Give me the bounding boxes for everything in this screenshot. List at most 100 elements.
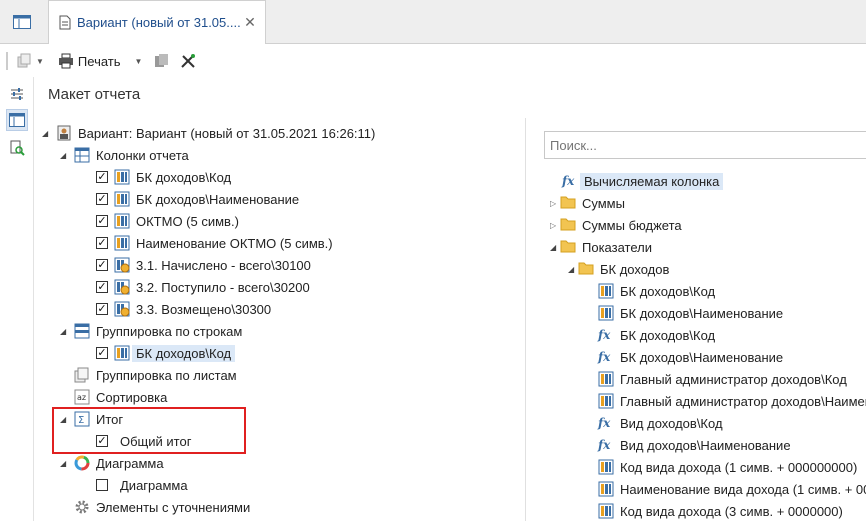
tree-columns-label: Колонки отчета: [96, 147, 189, 163]
tools-icon: [181, 54, 196, 68]
field-item[interactable]: fx Вид доходов\Наименование: [598, 435, 791, 455]
grid-icon: [13, 14, 31, 29]
tree-root[interactable]: ◢ Вариант: Вариант (новый от 31.05.2021 …: [42, 123, 375, 143]
tree-chart[interactable]: ◢ Диаграмма: [60, 453, 164, 473]
search-input[interactable]: [544, 131, 866, 159]
home-tab[interactable]: [0, 0, 44, 43]
expand-triangle-icon[interactable]: ◢: [60, 151, 68, 160]
close-icon[interactable]: ✕: [243, 15, 257, 29]
column-item[interactable]: ✓ БК доходов\Наименование: [96, 189, 299, 209]
checkbox-checked[interactable]: ✓: [96, 171, 108, 183]
field-item[interactable]: БК доходов\Код: [598, 281, 715, 301]
field-item[interactable]: Код вида дохода (1 симв. + 000000000): [598, 457, 857, 477]
expand-triangle-icon[interactable]: ◢: [568, 265, 578, 274]
tree-refinements-label: Элементы с уточнениями: [96, 499, 251, 515]
tree-row-grouping[interactable]: ◢ Группировка по строкам: [60, 321, 242, 341]
field-folder-budget-sums[interactable]: ▷ Суммы бюджета: [550, 215, 682, 235]
checkbox-checked[interactable]: ✓: [96, 303, 108, 315]
highlight-box: [52, 407, 246, 454]
expand-triangle-icon[interactable]: ◢: [42, 129, 50, 138]
chart-item[interactable]: Диаграмма: [96, 475, 188, 495]
folder-open-icon: [578, 261, 594, 277]
settings-tools-button[interactable]: [180, 53, 196, 69]
fx-icon: fx: [598, 416, 611, 430]
column-field-icon: [598, 305, 614, 321]
column-field-icon: [598, 503, 614, 519]
expand-triangle-icon[interactable]: ◢: [60, 327, 68, 336]
document-icon: [59, 15, 71, 30]
svg-text:az: az: [77, 393, 86, 402]
pages-button[interactable]: [154, 53, 170, 69]
column-item[interactable]: ✓ Наименование ОКТМО (5 симв.): [96, 233, 333, 253]
column-item[interactable]: ✓ 3.1. Начислено - всего\30100: [96, 255, 311, 275]
print-label: Печать: [77, 53, 121, 69]
table-icon: [74, 147, 90, 163]
field-folder-label: Суммы: [582, 195, 625, 211]
layout-icon: [9, 113, 25, 127]
expand-triangle-icon[interactable]: ◢: [60, 459, 68, 468]
field-item[interactable]: БК доходов\Наименование: [598, 303, 783, 323]
gear-icon: [74, 499, 90, 515]
field-item[interactable]: fx Вид доходов\Код: [598, 413, 723, 433]
tree-columns-group[interactable]: ◢ Колонки отчета: [60, 145, 189, 165]
field-folder-bk-income[interactable]: ◢ БК доходов: [568, 259, 669, 279]
column-item[interactable]: ✓ 3.3. Возмещено\30300: [96, 299, 271, 319]
rail-preview-button[interactable]: [6, 137, 28, 159]
tree-row-grouping-label: Группировка по строкам: [96, 323, 243, 339]
tree-sorting[interactable]: az Сортировка: [74, 387, 167, 407]
row-grouping-item-label: БК доходов\Код: [132, 344, 236, 362]
tree-root-label: Вариант: Вариант (новый от 31.05.2021 16…: [78, 125, 376, 141]
checkbox-checked[interactable]: ✓: [96, 193, 108, 205]
toolbar-copy-button[interactable]: ▼: [6, 52, 44, 70]
expand-triangle-icon[interactable]: ▷: [550, 221, 560, 230]
checkbox-checked[interactable]: ✓: [96, 215, 108, 227]
donut-chart-icon: [74, 455, 90, 471]
field-item[interactable]: fx БК доходов\Наименование: [598, 347, 783, 367]
checkbox-checked[interactable]: ✓: [96, 281, 108, 293]
field-item[interactable]: fx БК доходов\Код: [598, 325, 715, 345]
tree-refinements[interactable]: Элементы с уточнениями: [74, 497, 250, 517]
column-item-label: 3.1. Начислено - всего\30100: [136, 257, 311, 273]
tree-sheet-grouping[interactable]: Группировка по листам: [74, 365, 237, 385]
checkbox-checked[interactable]: ✓: [96, 259, 108, 271]
field-folder-indicators[interactable]: ◢ Показатели: [550, 237, 652, 257]
field-item-label: БК доходов\Наименование: [620, 349, 784, 365]
field-computed-column[interactable]: fx Вычисляемая колонка: [562, 171, 724, 191]
fx-icon: fx: [598, 438, 611, 452]
chevron-down-icon[interactable]: ▼: [36, 57, 44, 66]
print-button[interactable]: Печать ▼: [58, 53, 143, 69]
tab-report-variant[interactable]: Вариант (новый от 31.05.... ✕: [48, 0, 266, 44]
field-item[interactable]: Код вида дохода (3 симв. + 0000000): [598, 501, 843, 521]
field-item-label: БК доходов\Код: [620, 327, 716, 343]
field-folder-sums[interactable]: ▷ Суммы: [550, 193, 625, 213]
chevron-down-icon[interactable]: ▼: [135, 57, 143, 66]
tree-chart-label: Диаграмма: [96, 455, 164, 471]
column-item-label: Наименование ОКТМО (5 симв.): [136, 235, 333, 251]
checkbox-checked[interactable]: ✓: [96, 347, 108, 359]
column-item[interactable]: ✓ 3.2. Поступило - всего\30200: [96, 277, 310, 297]
checkbox-unchecked[interactable]: [96, 479, 108, 491]
pages-icon: [74, 367, 90, 383]
rail-filter-button[interactable]: [6, 83, 28, 105]
field-list-panel: fx Вычисляемая колонка ▷ Суммы ▷ Суммы б…: [526, 118, 866, 521]
sort-az-icon: az: [74, 389, 90, 405]
column-field-icon: [598, 481, 614, 497]
field-item-label: БК доходов\Наименование: [620, 305, 784, 321]
chart-item-label: Диаграмма: [120, 477, 188, 493]
pages-icon: [155, 54, 169, 67]
field-item[interactable]: Главный администратор доходов\Наименован…: [598, 391, 866, 411]
field-item[interactable]: Главный администратор доходов\Код: [598, 369, 847, 389]
column-field-icon: [598, 371, 614, 387]
expand-triangle-icon[interactable]: ▷: [550, 199, 560, 208]
rail-layout-button[interactable]: [6, 109, 28, 131]
expand-triangle-icon[interactable]: ◢: [550, 243, 560, 252]
column-item[interactable]: ✓ БК доходов\Код: [96, 167, 231, 187]
row-grouping-item[interactable]: ✓ БК доходов\Код: [96, 343, 236, 363]
row-grouping-icon: [74, 323, 90, 339]
field-folder-label: БК доходов: [600, 261, 670, 277]
column-item[interactable]: ✓ ОКТМО (5 симв.): [96, 211, 239, 231]
layout-tree: ◢ Вариант: Вариант (новый от 31.05.2021 …: [34, 118, 526, 521]
checkbox-checked[interactable]: ✓: [96, 237, 108, 249]
field-item[interactable]: Наименование вида дохода (1 симв. + 0000…: [598, 479, 866, 499]
field-item-label: Код вида дохода (1 симв. + 000000000): [620, 459, 858, 475]
